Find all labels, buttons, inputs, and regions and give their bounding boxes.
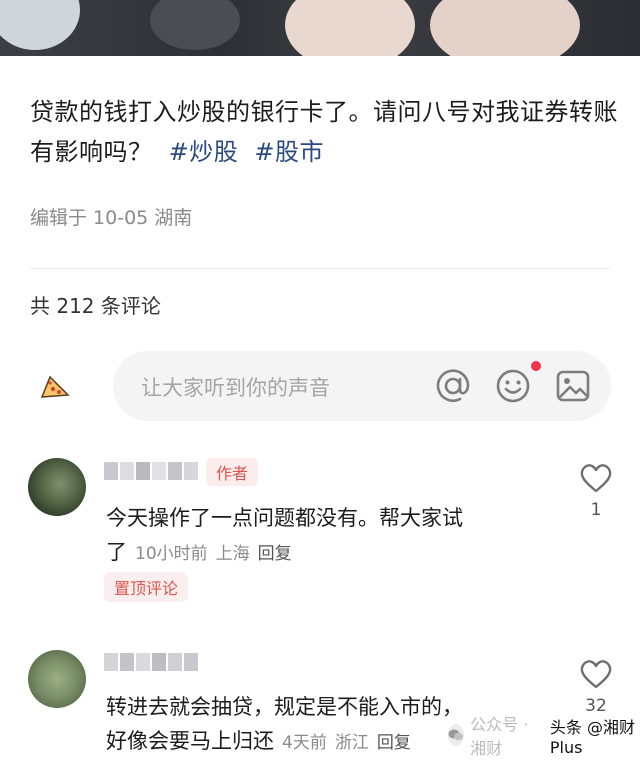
heart-icon [580,660,612,689]
post-text: 贷款的钱打入炒股的银行卡了。请问八号对我证券转账有影响吗？ [30,98,618,166]
divider [30,268,610,269]
comment-text-line: 今天操作了一点问题都没有。帮大家试 [106,506,463,530]
image-icon[interactable] [553,366,593,406]
comment-input[interactable]: 让大家听到你的声音 [113,351,611,421]
heart-icon [580,464,612,493]
comment-text-line: 了 [106,540,127,564]
image-region [150,0,240,50]
reply-button[interactable]: 回复 [258,544,292,564]
comment-text-line: 好像会要马上归还 [106,729,274,753]
hashtag-link[interactable]: #股市 [254,138,324,166]
comment-text-line: 转进去就会抽贷，规定是不能入市的， [106,695,463,719]
comment-text: 转进去就会抽贷，规定是不能入市的， 好像会要马上归还 4天前 浙江 回复 [106,690,463,760]
commenter-name-redacted[interactable] [104,653,198,671]
comment-placeholder: 让大家听到你的声音 [141,376,330,400]
like-button[interactable]: 1 [578,462,614,520]
comment-location: 浙江 [334,733,369,753]
at-icon[interactable] [433,366,473,406]
notification-dot [531,361,541,371]
author-badge: 作者 [206,458,259,486]
comment-time: 4天前 [282,733,327,753]
hashtag-link[interactable]: #炒股 [169,138,239,166]
image-region [285,0,415,56]
comment-time: 10小时前 [135,544,208,564]
commenter-avatar[interactable] [28,458,86,516]
image-region [430,0,580,56]
post-body: 贷款的钱打入炒股的银行卡了。请问八号对我证券转账有影响吗？ #炒股 #股市 [30,92,620,172]
watermark: 公众号 · 湘财 头条 @湘财Plus [448,713,640,758]
user-avatar[interactable] [28,360,82,414]
pizza-icon [40,375,70,398]
comment-text: 今天操作了一点问题都没有。帮大家试 了 10小时前 上海 回复 [106,501,463,571]
reply-button[interactable]: 回复 [377,733,411,753]
commenter-name-redacted[interactable] [104,462,198,480]
wechat-icon [448,724,465,746]
watermark-brand: 头条 @湘财Plus [545,713,640,757]
watermark-faded-text: 公众号 · 湘财 [470,715,529,758]
pinned-badge: 置顶评论 [104,572,189,602]
image-region [0,0,80,50]
emoji-icon[interactable] [493,366,533,406]
commenter-avatar[interactable] [28,650,86,708]
post-meta: 编辑于 10-05 湖南 [30,207,193,229]
comment-count: 共 212 条评论 [30,294,161,318]
like-count: 1 [590,500,602,520]
like-button[interactable]: 32 [578,658,614,716]
post-image[interactable] [0,0,640,56]
comment-location: 上海 [215,544,250,564]
